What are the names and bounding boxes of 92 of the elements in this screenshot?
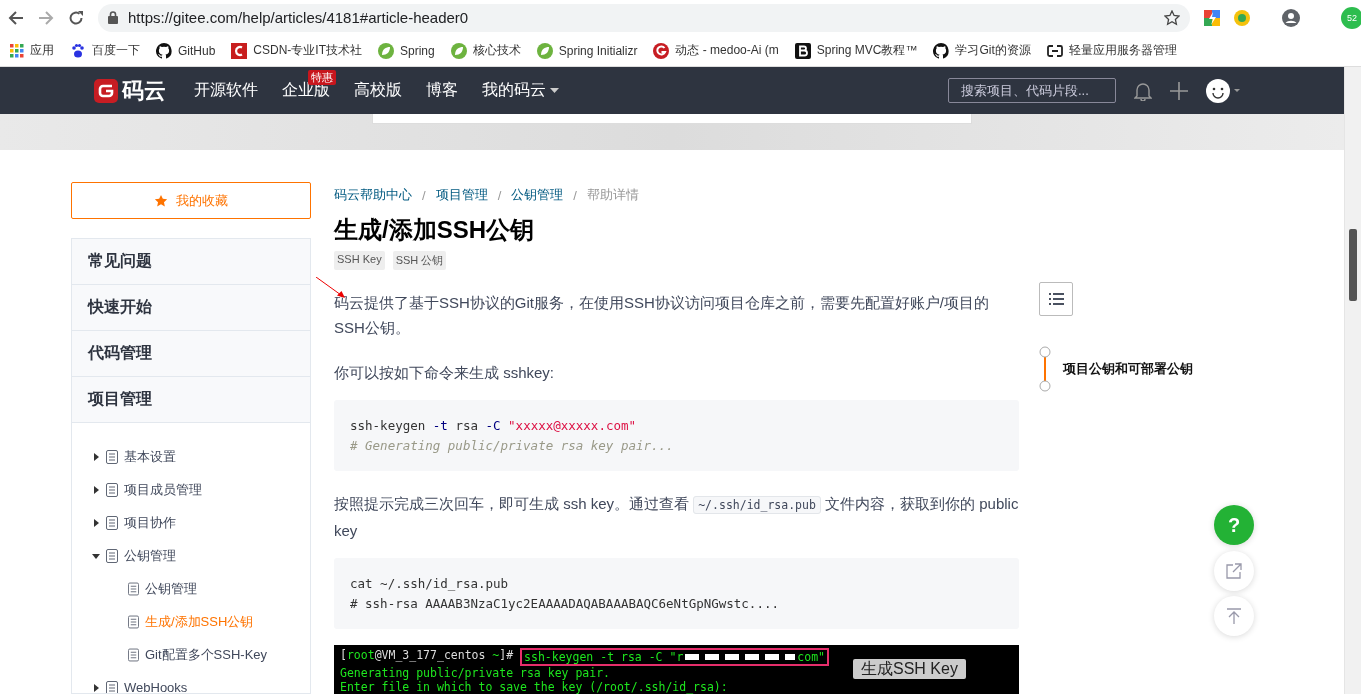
bookmark[interactable]: 动态 - medoo-Ai (m (653, 42, 779, 59)
nav-link[interactable]: 博客 (426, 80, 458, 101)
logo-icon[interactable] (94, 78, 118, 103)
lock-icon (108, 11, 118, 24)
caret-icon[interactable] (92, 683, 100, 692)
terminal-line: [root@VM_3_177_centos ~]# ssh-keygen -t rsa -C "r com" (340, 648, 829, 666)
share-icon (1226, 563, 1242, 579)
bookmark[interactable]: 学习Git的资源 (933, 42, 1031, 59)
tree-item[interactable]: 项目协作 (72, 506, 310, 539)
paw-icon (70, 42, 86, 59)
toc-button[interactable] (1039, 282, 1073, 316)
bookmark[interactable]: Spring MVC教程™ (794, 42, 918, 59)
list-icon (1048, 293, 1064, 305)
code-block: cat ~/.ssh/id_rsa.pub # ssh-rsa AAAAB3NzaC1yc2EAAAADAQABAAABAQC6eNtGpNGwstc.... (334, 558, 1019, 629)
sidebar-section[interactable]: 常见问题 (72, 239, 310, 285)
arrow-up-icon (1226, 608, 1242, 624)
breadcrumb-link[interactable]: 项目管理 (435, 186, 488, 204)
document-icon (128, 581, 139, 596)
bookmark[interactable]: CSDN-专业IT技术社 (231, 42, 363, 59)
bookmark[interactable]: 核心技术 (450, 42, 521, 59)
search-field[interactable]: 搜索项目、代码片段... (948, 78, 1116, 103)
nav-link[interactable]: 高校版 (354, 80, 402, 101)
document-icon (106, 449, 118, 464)
address-bar[interactable]: https://gitee.com/help/articles/4181#article-header0 (98, 3, 1190, 32)
profile-icon[interactable] (1282, 8, 1300, 27)
leaf-icon (378, 42, 395, 59)
breadcrumb-link[interactable]: 公钥管理 (511, 186, 564, 204)
document-icon (128, 647, 139, 662)
tree-item[interactable]: 项目成员管理 (72, 473, 310, 506)
scrollbar[interactable] (1344, 67, 1361, 694)
tree-item[interactable]: 基本设置 (72, 440, 310, 473)
tree-item[interactable]: Git配置多个SSH-Key (72, 638, 310, 671)
bookmark[interactable]: GitHub (156, 42, 216, 59)
tag[interactable]: SSH 公钥 (392, 251, 447, 270)
document-icon (128, 614, 139, 629)
document-icon (106, 680, 118, 693)
apps-grid-icon (10, 43, 24, 58)
star-icon[interactable] (1164, 9, 1180, 26)
promo-badge: 特惠 (308, 70, 336, 85)
toc-link[interactable]: 项目公钥和可部署公钥 (1063, 360, 1193, 378)
paragraph: 码云提供了基于SSH协议的Git服务，在使用SSH协议访问项目仓库之前，需要先配置好账户/项目的SSH公钥。 (334, 293, 991, 338)
breadcrumb-separator: / (573, 187, 577, 203)
tag[interactable]: SSH Key (334, 251, 385, 270)
article-title: 生成/添加SSH公钥 (334, 215, 535, 245)
nav-link[interactable]: 开源软件 (194, 80, 258, 101)
tree-item[interactable]: 公钥管理 (72, 539, 310, 572)
highlighted-command: ssh-keygen -t rsa -C "r com" (520, 648, 829, 666)
sidebar-section[interactable]: 项目管理 (72, 377, 310, 423)
breadcrumb-link[interactable]: 码云帮助中心 (334, 186, 412, 204)
star-icon (154, 193, 168, 208)
octocat-icon (933, 42, 950, 59)
sidebar-section[interactable]: 代码管理 (72, 331, 310, 377)
extension-icon[interactable] (1234, 9, 1250, 26)
caret-icon[interactable] (92, 485, 100, 494)
terminal-line: Generating public/private rsa key pair. (340, 666, 611, 680)
reload-icon[interactable] (68, 9, 84, 26)
tree-item[interactable]: 公钥管理 (72, 572, 310, 605)
caret-icon[interactable] (92, 551, 100, 560)
letter-c-icon (231, 42, 248, 59)
caret-icon[interactable] (92, 452, 100, 461)
avatar-icon[interactable] (1206, 78, 1240, 103)
caret-icon[interactable] (92, 518, 100, 527)
back-icon[interactable] (8, 9, 24, 26)
tree-item[interactable]: WebHooks (72, 671, 310, 693)
bracket-link-icon (1046, 44, 1063, 57)
caret-icon (550, 88, 559, 93)
sidebar-section[interactable]: 快速开始 (72, 285, 310, 331)
letter-g-icon (653, 42, 670, 59)
document-icon (106, 548, 118, 563)
leaf-icon (536, 42, 553, 59)
breadcrumb-separator: / (497, 187, 502, 203)
paragraph: 按照提示完成三次回车，即可生成 ssh key。通过查看 ~/.ssh/id_rsa.pub 文件内容，获取到你的 public key (334, 494, 1019, 541)
plus-icon[interactable] (1170, 81, 1188, 100)
bookmark[interactable]: 百度一下 (70, 42, 140, 59)
bookmark[interactable]: Spring (378, 42, 435, 59)
paragraph: 你可以按如下命令来生成 sshkey: (334, 363, 556, 383)
bell-icon[interactable] (1134, 80, 1152, 101)
terminal-line: Enter file in which to save the key (/root/.ssh/id_rsa): (340, 680, 728, 694)
nav-link[interactable]: 我的码云 (482, 80, 559, 101)
code-block: ssh-keygen -t rsa -C "xxxxx@xxxxx.com" # Generating public/private rsa key pair... (334, 400, 1019, 471)
bookmark[interactable]: Spring Initializr (536, 42, 638, 59)
logo-text[interactable]: 码云 (122, 75, 166, 106)
document-icon (106, 482, 118, 497)
breadcrumb-separator: / (422, 187, 426, 203)
octocat-icon (156, 42, 172, 59)
extension-icon[interactable] (1204, 9, 1220, 26)
bookmark[interactable]: 轻量应用服务器管理 (1046, 42, 1177, 59)
letter-b-icon (794, 42, 811, 59)
image-caption: 生成SSH Key (853, 659, 966, 679)
document-icon (106, 515, 118, 530)
leaf-icon (450, 42, 467, 59)
bookmark[interactable]: 应用 (10, 42, 54, 59)
